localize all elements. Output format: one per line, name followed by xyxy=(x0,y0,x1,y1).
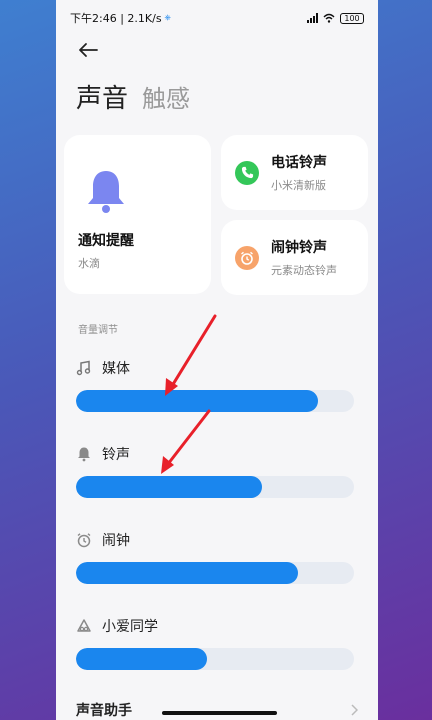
alarm-ringtone-card[interactable]: 闹钟铃声 元素动态铃声 xyxy=(221,220,368,295)
xiaoai-icon xyxy=(77,619,91,632)
volume-label: 闹钟 xyxy=(102,533,130,549)
alarm-volume-slider[interactable] xyxy=(76,562,354,584)
hd-badge: ⎈ xyxy=(164,13,171,22)
settings-screen: 下午2:46 | 2.1K/s ⎈ 100 声音 触感 通知提醒 水滴 电话铃声… xyxy=(56,0,378,720)
card-title: 电话铃声 xyxy=(271,155,327,171)
card-subtitle: 元素动态铃声 xyxy=(271,264,337,277)
volume-label: 媒体 xyxy=(102,361,130,377)
status-bar: 下午2:46 | 2.1K/s ⎈ 100 xyxy=(70,10,364,26)
card-subtitle: 水滴 xyxy=(78,257,100,270)
notification-sound-card[interactable]: 通知提醒 水滴 xyxy=(64,135,211,294)
alarm-clock-icon xyxy=(77,533,91,548)
status-time: 下午2:46 | 2.1K/s xyxy=(70,12,162,25)
bell-icon xyxy=(88,171,124,213)
volume-alarm: 闹钟 xyxy=(76,530,356,584)
back-button[interactable] xyxy=(76,38,100,62)
phone-icon xyxy=(235,160,259,185)
volume-media: 媒体 xyxy=(76,358,356,412)
ringtone-volume-slider[interactable] xyxy=(76,476,354,498)
tab-haptics[interactable]: 触感 xyxy=(142,79,190,114)
bell-icon xyxy=(78,447,90,462)
tab-sound[interactable]: 声音 xyxy=(76,78,128,115)
volume-ringtone: 铃声 xyxy=(76,444,356,498)
ringtone-card[interactable]: 电话铃声 小米清新版 xyxy=(221,135,368,210)
slider-fill xyxy=(76,476,263,498)
sound-assistant-item[interactable]: 声音助手 xyxy=(76,700,132,720)
slider-fill xyxy=(76,562,299,584)
back-arrow-icon xyxy=(79,43,98,57)
tab-bar: 声音 触感 xyxy=(76,78,190,115)
home-indicator[interactable] xyxy=(162,711,277,715)
media-volume-slider[interactable] xyxy=(76,390,354,412)
volume-label: 铃声 xyxy=(102,447,130,463)
chevron-right-icon xyxy=(351,704,358,716)
card-title: 通知提醒 xyxy=(78,233,134,249)
battery-icon: 100 xyxy=(340,12,364,24)
wifi-icon xyxy=(323,13,335,23)
card-subtitle: 小米清新版 xyxy=(271,179,326,192)
music-note-icon xyxy=(76,360,91,376)
volume-section-label: 音量调节 xyxy=(78,325,118,336)
volume-label: 小爱同学 xyxy=(102,619,158,635)
volume-xiaoai: 小爱同学 xyxy=(76,616,356,670)
xiaoai-volume-slider[interactable] xyxy=(76,648,354,670)
slider-fill xyxy=(76,390,318,412)
signal-icon xyxy=(307,13,318,23)
card-title: 闹钟铃声 xyxy=(271,240,327,256)
alarm-clock-icon xyxy=(235,245,259,270)
slider-fill xyxy=(76,648,207,670)
